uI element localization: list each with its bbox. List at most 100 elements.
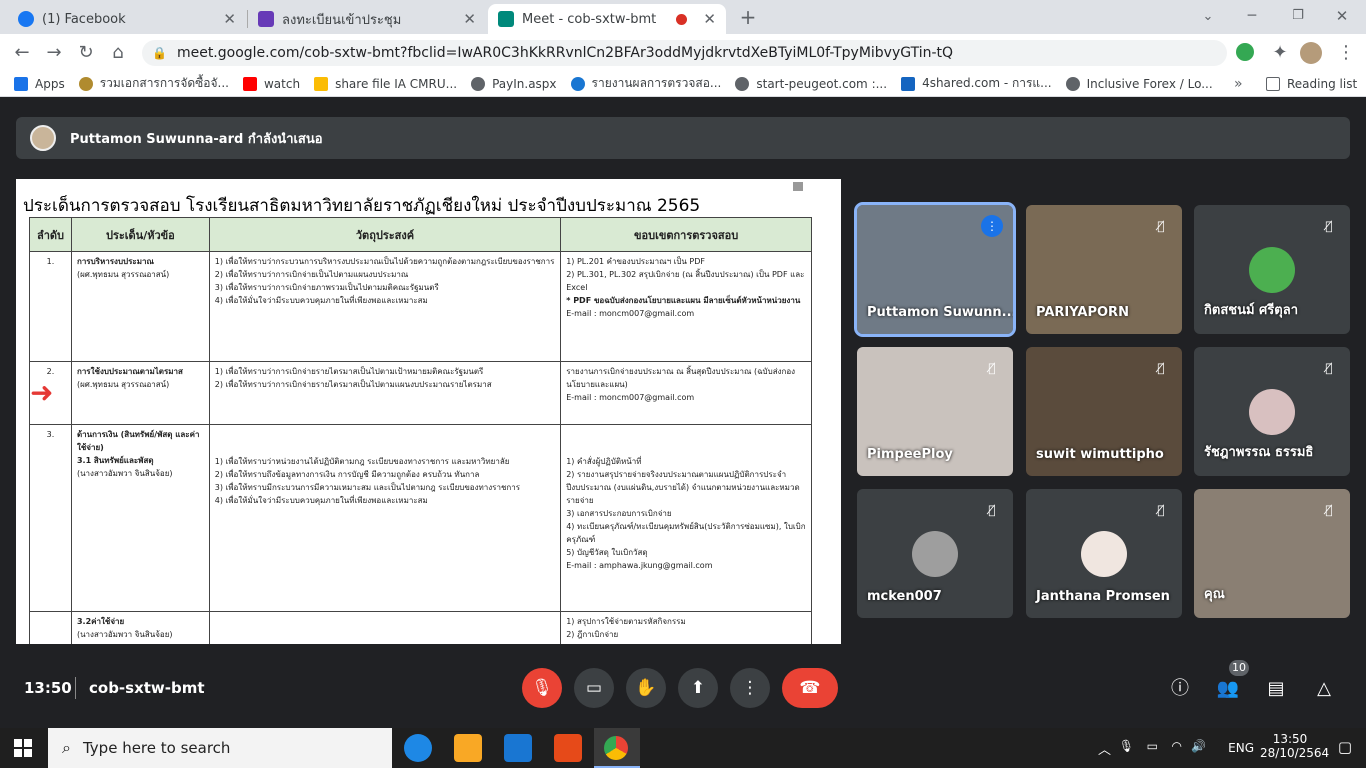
- bookmark-item[interactable]: รายงานผลการตรวจสอ...: [570, 74, 721, 93]
- participant-tile[interactable]: 🎙̸ mcken007: [857, 489, 1013, 618]
- participant-name: suwit wimuttipho: [1036, 447, 1164, 462]
- edge-icon: [570, 76, 585, 91]
- chat-icon[interactable]: ▤: [1264, 677, 1288, 701]
- chevron-up-icon[interactable]: ︿: [1098, 739, 1111, 758]
- profile-avatar[interactable]: [1300, 42, 1322, 64]
- bookmark-item[interactable]: watch: [242, 76, 300, 91]
- tab-facebook[interactable]: (1) Facebook ✕: [8, 4, 246, 34]
- close-tab-icon[interactable]: ✕: [463, 10, 476, 28]
- participant-tile[interactable]: 🎙̸ PimpeePloy: [857, 347, 1013, 476]
- microphone-icon[interactable]: 🎙: [1119, 739, 1134, 753]
- seal-icon: [78, 76, 93, 91]
- reading-list[interactable]: Reading list: [1266, 76, 1357, 91]
- participant-tile[interactable]: 🎙̸ PARIYAPORN: [1026, 205, 1182, 334]
- scope-cell: 1) สรุปการใช้จ่ายตามรหัสกิจกรรม 2) ฎีกาเ…: [560, 611, 812, 644]
- participant-tile[interactable]: 🎙̸ suwit wimuttipho: [1026, 347, 1182, 476]
- globe-icon: [471, 76, 486, 91]
- participant-tile[interactable]: 🎙̸ รัชฎาพรรณ ธรรมธิ: [1194, 347, 1350, 476]
- bookmark-item[interactable]: share file IA CMRU...: [314, 76, 457, 91]
- apps-grid-icon: [14, 76, 28, 91]
- participant-tile[interactable]: 🎙̸ กิตสชนม์ ศรีตุลา: [1194, 205, 1350, 334]
- scope-cell: รายงานการเบิกจ่ายงบประมาณ ณ สิ้นสุดปีงบป…: [560, 361, 812, 425]
- mic-muted-icon: 🎙̸: [1157, 219, 1165, 233]
- participant-name: กิตสชนม์ ศรีตุลา: [1204, 303, 1298, 318]
- participant-tile[interactable]: ⋮ Puttamon Suwunn...: [854, 202, 1016, 337]
- objectives-cell: 1) เพื่อให้ทราบว่ากระบวนการบริหารงบประมา…: [208, 251, 562, 362]
- meeting-details-icon[interactable]: ⓘ: [1168, 677, 1192, 701]
- people-icon[interactable]: 👥: [1216, 677, 1240, 701]
- forward-icon[interactable]: →: [42, 41, 66, 65]
- tab-meet[interactable]: Meet - cob-sxtw-bmt ✕: [488, 4, 726, 34]
- slide-menu-icon[interactable]: [793, 182, 803, 191]
- reload-icon[interactable]: ↻: [74, 41, 98, 65]
- menu-dots-icon[interactable]: ⋮: [1334, 41, 1358, 65]
- participant-name: mcken007: [867, 589, 942, 604]
- taskbar-clock[interactable]: 13:50 28/10/2564: [1260, 732, 1329, 760]
- people-count-badge: 10: [1229, 660, 1249, 676]
- bookmark-item[interactable]: PayIn.aspx: [471, 76, 557, 91]
- tab-search-icon[interactable]: ⌄: [1196, 5, 1220, 29]
- bookmarks-bar: Apps รวมเอกสารการจัดซื้อจั... watch shar…: [0, 71, 1366, 97]
- tab-registration[interactable]: ลงทะเบียนเข้าประชุม ✕: [248, 4, 486, 34]
- topic-cell: 3.2ค่าใช้จ่าย (นางสาวอัมพวา จินสินจ้อย): [70, 611, 210, 644]
- meeting-time: 13:50: [24, 679, 72, 697]
- restore-icon[interactable]: ❐: [1286, 4, 1310, 28]
- slide-title: ประเด็นการตรวจสอบ โรงเรียนสาธิตมหาวิทยาล…: [23, 196, 701, 216]
- participant-name: รัชฎาพรรณ ธรรมธิ: [1204, 445, 1314, 460]
- close-tab-icon[interactable]: ✕: [223, 10, 236, 28]
- participant-tile[interactable]: 🎙̸ Janthana Promsen: [1026, 489, 1182, 618]
- bookmark-item[interactable]: start-peugeot.com :...: [735, 76, 887, 91]
- notification-icon[interactable]: ▢: [1338, 738, 1352, 756]
- app-icon[interactable]: [554, 734, 582, 762]
- present-screen-button[interactable]: ⬆: [678, 668, 718, 708]
- close-window-icon[interactable]: ✕: [1330, 4, 1354, 28]
- activities-icon[interactable]: △: [1312, 677, 1336, 701]
- battery-icon[interactable]: ▭: [1147, 739, 1158, 753]
- leave-call-button[interactable]: ☎: [782, 668, 838, 708]
- chrome-taskbar-button[interactable]: [594, 728, 640, 768]
- volume-icon[interactable]: 🔊: [1191, 739, 1206, 753]
- mic-off-button[interactable]: 🎙: [522, 668, 562, 708]
- participant-name: PimpeePloy: [867, 447, 953, 462]
- mail-icon[interactable]: [504, 734, 532, 762]
- extension-icon[interactable]: [1236, 43, 1254, 61]
- home-icon[interactable]: ⌂: [106, 41, 130, 65]
- file-explorer-icon[interactable]: [454, 734, 482, 762]
- close-tab-icon[interactable]: ✕: [703, 10, 716, 28]
- new-tab-icon[interactable]: +: [736, 5, 760, 29]
- extensions-puzzle-icon[interactable]: ✦: [1268, 41, 1292, 65]
- bookmark-apps[interactable]: Apps: [14, 76, 65, 91]
- tab-title: (1) Facebook: [42, 11, 126, 27]
- facebook-icon: [18, 11, 34, 27]
- row-number: 1.: [29, 251, 72, 362]
- meet-icon: [498, 11, 514, 27]
- column-header: วัตถุประสงค์: [208, 217, 562, 252]
- language-indicator[interactable]: ENG: [1228, 741, 1254, 755]
- back-icon[interactable]: ←: [10, 41, 34, 65]
- participant-tile[interactable]: 🎙̸ คุณ: [1194, 489, 1350, 618]
- tab-title: Meet - cob-sxtw-bmt: [522, 11, 657, 27]
- table-header: ลำดับ ประเด็น/หัวข้อ วัตถุประสงค์ ขอบเขต…: [29, 217, 812, 252]
- bookmark-item[interactable]: 4shared.com - การแ...: [901, 74, 1052, 93]
- edge-icon[interactable]: [404, 734, 432, 762]
- taskbar-search-input[interactable]: ⌕ Type here to search: [48, 728, 392, 768]
- wifi-icon[interactable]: ◠: [1172, 739, 1182, 753]
- raise-hand-button[interactable]: ✋: [626, 668, 666, 708]
- drive-icon: [314, 76, 329, 91]
- more-options-button[interactable]: ⋮: [730, 668, 770, 708]
- tab-title: ลงทะเบียนเข้าประชุม: [282, 12, 402, 28]
- topic-cell: ด้านการเงิน (สินทรัพย์/พัสดุ และค่าใช้จ่…: [70, 424, 210, 612]
- mic-muted-icon: 🎙̸: [1157, 361, 1165, 375]
- meeting-code: cob-sxtw-bmt: [89, 679, 205, 697]
- address-bar[interactable]: 🔒 meet.google.com/cob-sxtw-bmt?fbclid=Iw…: [142, 40, 1227, 66]
- camera-button[interactable]: ▭: [574, 668, 614, 708]
- search-icon: ⌕: [62, 738, 71, 757]
- reading-list-icon: [1266, 76, 1280, 91]
- bookmark-item[interactable]: รวมเอกสารการจัดซื้อจั...: [78, 74, 229, 93]
- form-icon: [258, 11, 274, 27]
- table-row: 3. ด้านการเงิน (สินทรัพย์/พัสดุ และค่าใช…: [29, 424, 812, 612]
- minimize-icon[interactable]: ─: [1240, 4, 1264, 28]
- windows-start-icon[interactable]: [14, 739, 32, 757]
- bookmark-item[interactable]: Inclusive Forex / Lo...: [1065, 76, 1213, 91]
- more-bookmarks-icon[interactable]: »: [1234, 76, 1243, 92]
